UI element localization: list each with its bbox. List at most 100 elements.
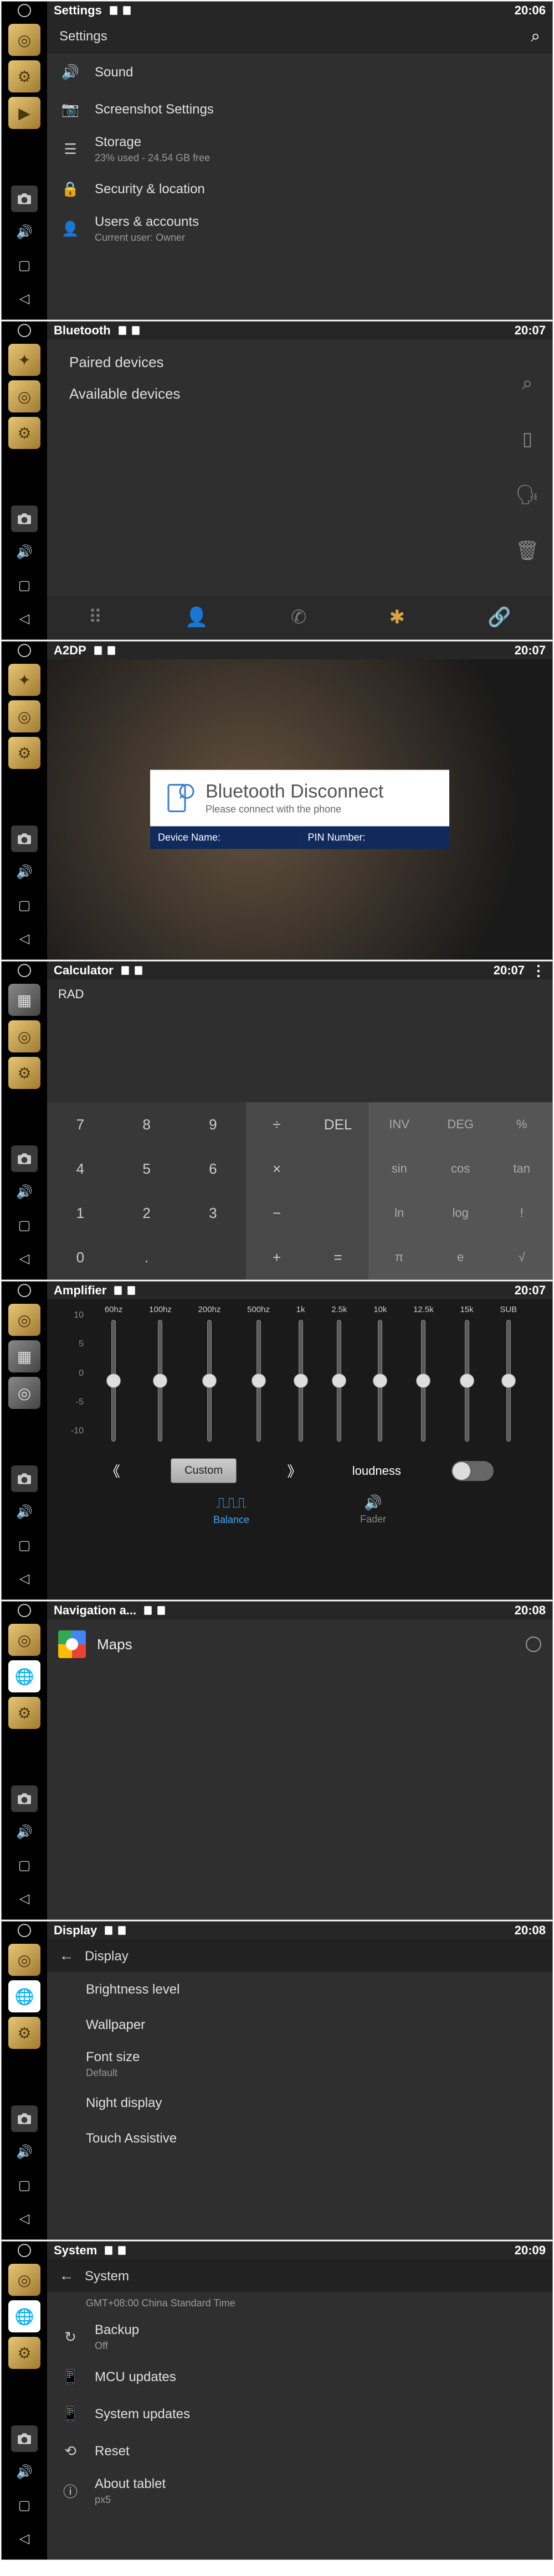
app-icon-2[interactable]: ◎ — [8, 700, 40, 732]
preset-button[interactable]: Custom — [171, 1458, 237, 1483]
link-icon[interactable]: 🔗 — [488, 606, 511, 628]
camera-icon[interactable] — [11, 1145, 38, 1172]
display-row-font[interactable]: Font size Default — [47, 2043, 552, 2085]
camera-icon[interactable] — [11, 2105, 38, 2132]
bluetooth-icon[interactable]: ✱ — [389, 606, 406, 628]
loudness-toggle[interactable] — [452, 1461, 494, 1481]
system-row-about[interactable]: ⓘ About tablet px5 — [47, 2470, 552, 2512]
eq-thumb[interactable] — [332, 1374, 346, 1388]
back-icon[interactable]: ◁ — [11, 605, 38, 632]
camera-icon[interactable] — [11, 185, 38, 212]
fader-tab[interactable]: 🔊 Fader — [360, 1494, 386, 1526]
calc-fn-√[interactable]: √ — [491, 1235, 552, 1279]
calc-key-5[interactable]: 5 — [114, 1147, 180, 1191]
app-icon-3[interactable]: ⚙ — [8, 1057, 40, 1089]
calc-fn-DEG[interactable]: DEG — [430, 1102, 491, 1147]
display-row-night[interactable]: Night display — [47, 2085, 552, 2121]
back-arrow-icon[interactable]: ← — [59, 1947, 74, 1964]
next-preset-icon[interactable]: 》 — [287, 1460, 301, 1481]
maps-option[interactable]: Maps — [47, 1619, 552, 1669]
eq-slider-15k[interactable] — [465, 1320, 469, 1442]
eq-thumb[interactable] — [416, 1374, 430, 1388]
back-icon[interactable]: ◁ — [11, 285, 38, 312]
bt-phone-icon[interactable]: ▯ — [522, 428, 533, 450]
eq-slider-100hz[interactable] — [158, 1320, 162, 1442]
calc-fn-sin[interactable]: sin — [368, 1147, 430, 1191]
eq-slider-60hz[interactable] — [111, 1320, 116, 1442]
square-icon[interactable]: ▢ — [11, 1852, 38, 1878]
calc-fn-![interactable]: ! — [491, 1191, 552, 1235]
eq-slider-1k[interactable] — [299, 1320, 303, 1442]
phone-icon[interactable]: ✆ — [291, 606, 307, 628]
volume-icon[interactable]: 🔊 — [11, 1819, 38, 1845]
bt-delete-icon[interactable]: 🗑 — [515, 540, 539, 562]
eq-slider-10k[interactable] — [378, 1320, 382, 1442]
dialpad-icon[interactable]: ⠿ — [89, 606, 102, 628]
app-icon-1[interactable]: ◎ — [8, 1624, 40, 1656]
calc-fn-e[interactable]: e — [430, 1235, 491, 1279]
eq-slider-SUB[interactable] — [506, 1320, 511, 1442]
calc-op-=[interactable]: = — [307, 1235, 369, 1279]
camera-icon[interactable] — [11, 505, 38, 532]
app-icon-1[interactable]: ✦ — [8, 344, 40, 376]
calc-key-0[interactable]: 0 — [47, 1235, 114, 1279]
app-icon-2[interactable]: 🌐 — [8, 1980, 40, 2012]
eq-slider-2.5k[interactable] — [337, 1320, 341, 1442]
app-icon-2[interactable]: ◎ — [8, 380, 40, 412]
app-icon-2[interactable]: ◎ — [8, 1020, 40, 1052]
app-icon-2[interactable]: 🌐 — [8, 1660, 40, 1692]
app-icon-3[interactable]: ◎ — [8, 1377, 40, 1409]
app-icon-1[interactable]: ✦ — [8, 664, 40, 696]
app-icon-3[interactable]: ⚙ — [8, 737, 40, 769]
calc-op-DEL[interactable]: DEL — [307, 1102, 369, 1147]
volume-icon[interactable]: 🔊 — [11, 539, 38, 565]
square-icon[interactable]: ▢ — [11, 1212, 38, 1238]
calc-op-×[interactable]: × — [246, 1147, 307, 1191]
back-arrow-icon[interactable]: ← — [59, 2267, 74, 2284]
eq-thumb[interactable] — [294, 1374, 308, 1388]
system-row-backup[interactable]: ↻ Backup Off — [47, 2316, 552, 2358]
app-icon-1[interactable]: ◎ — [8, 1304, 40, 1336]
calc-key-1[interactable]: 1 — [47, 1191, 114, 1235]
calc-key-4[interactable]: 4 — [47, 1147, 114, 1191]
app-icon-2[interactable]: ▦ — [8, 1340, 40, 1372]
app-icon-1[interactable]: ▦ — [8, 984, 40, 1016]
app-icon-3[interactable]: ⚙ — [8, 2017, 40, 2049]
settings-row-users[interactable]: 👤 Users & accounts Current user: Owner — [47, 208, 552, 246]
eq-thumb[interactable] — [106, 1374, 121, 1388]
calc-fn-INV[interactable]: INV — [368, 1102, 430, 1147]
calc-fn-log[interactable]: log — [430, 1191, 491, 1235]
eq-slider-200hz[interactable] — [207, 1320, 212, 1442]
calc-key-3[interactable]: 3 — [180, 1191, 247, 1235]
calc-fn-tan[interactable]: tan — [491, 1147, 552, 1191]
prev-preset-icon[interactable]: 《 — [106, 1460, 120, 1481]
display-row-brightness[interactable]: Brightness level — [47, 1972, 552, 2007]
system-row-updates[interactable]: 📱 System updates — [47, 2396, 552, 2433]
volume-icon[interactable]: 🔊 — [11, 1179, 38, 1205]
available-devices-label[interactable]: Available devices — [47, 385, 552, 417]
calc-fn-%[interactable]: % — [491, 1102, 552, 1147]
paired-devices-label[interactable]: Paired devices — [47, 339, 552, 385]
app-icon-2[interactable]: ⚙ — [8, 60, 40, 92]
app-icon-1[interactable]: ◎ — [8, 24, 40, 56]
calc-key-8[interactable]: 8 — [114, 1102, 180, 1147]
calc-fn-ln[interactable]: ln — [368, 1191, 430, 1235]
camera-icon[interactable] — [11, 825, 38, 852]
display-row-touch[interactable]: Touch Assistive — [47, 2121, 552, 2156]
calc-key-9[interactable]: 9 — [180, 1102, 247, 1147]
back-icon[interactable]: ◁ — [11, 925, 38, 952]
display-row-wallpaper[interactable]: Wallpaper — [47, 2007, 552, 2043]
square-icon[interactable]: ▢ — [11, 2492, 38, 2518]
app-icon-1[interactable]: ◎ — [8, 2264, 40, 2296]
eq-thumb[interactable] — [460, 1374, 474, 1388]
square-icon[interactable]: ▢ — [11, 2172, 38, 2198]
calc-key-.[interactable]: . — [114, 1235, 180, 1279]
back-icon[interactable]: ◁ — [11, 2525, 38, 2552]
calc-op-÷[interactable]: ÷ — [246, 1102, 307, 1147]
back-icon[interactable]: ◁ — [11, 1245, 38, 1272]
calc-key-2[interactable]: 2 — [114, 1191, 180, 1235]
square-icon[interactable]: ▢ — [11, 572, 38, 598]
square-icon[interactable]: ▢ — [11, 252, 38, 278]
eq-thumb[interactable] — [202, 1374, 217, 1388]
back-icon[interactable]: ◁ — [11, 1885, 38, 1912]
